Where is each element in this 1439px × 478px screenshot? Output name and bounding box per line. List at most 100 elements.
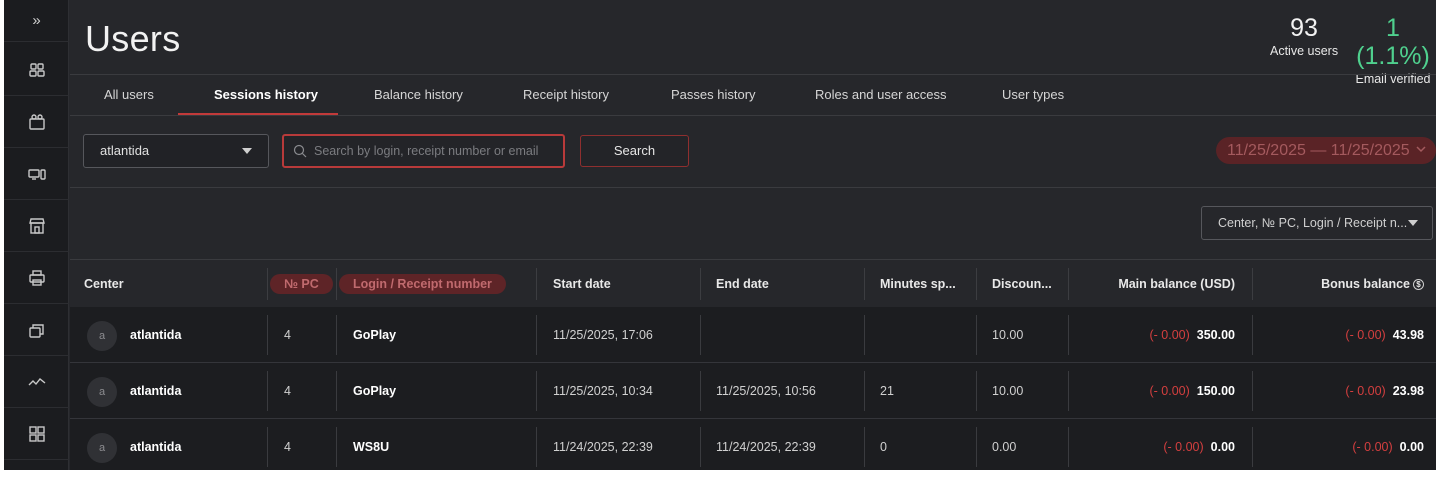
- cell-main-balance: (- 0.00) 0.00: [1070, 419, 1235, 470]
- table-row[interactable]: a atlantida 4 GoPlay 11/25/2025, 17:06 1…: [70, 307, 1436, 363]
- column-header-minutes[interactable]: Minutes sp...: [880, 260, 956, 308]
- cell-start-date: 11/25/2025, 17:06: [553, 328, 653, 342]
- column-divider: [536, 268, 537, 300]
- page-title: Users: [85, 18, 181, 59]
- sidebar-item-store[interactable]: [4, 201, 69, 252]
- table-row[interactable]: a atlantida 4 WS8U 11/24/2025, 22:39 11/…: [70, 419, 1436, 470]
- row-divider: [267, 315, 268, 355]
- row-divider: [1068, 371, 1069, 411]
- cell-login[interactable]: WS8U: [353, 419, 389, 470]
- user-card-icon: [28, 114, 45, 130]
- row-divider: [700, 315, 701, 355]
- analytics-icon: [28, 378, 45, 386]
- row-divider: [336, 371, 337, 411]
- main-balance-delta: (- 0.00): [1163, 440, 1204, 454]
- main-balance-delta: (- 0.00): [1149, 328, 1190, 342]
- row-divider: [1252, 315, 1253, 355]
- bonus-balance-delta: (- 0.00): [1345, 384, 1386, 398]
- tab-balance-history[interactable]: Balance history: [374, 75, 463, 115]
- column-header-end-date[interactable]: End date: [716, 260, 769, 308]
- row-divider: [864, 371, 865, 411]
- main-content: Users 93 Active users 1 (1.1%) Email ver…: [70, 0, 1436, 470]
- email-verified-count: 1 (1.1%): [1356, 14, 1430, 70]
- column-header-bonus-balance-label: Bonus balance: [1321, 277, 1410, 291]
- cell-pc: 4: [284, 328, 291, 342]
- cell-minutes: 0: [880, 440, 887, 454]
- column-header-start-date[interactable]: Start date: [553, 260, 611, 308]
- search-input[interactable]: [314, 136, 554, 166]
- row-divider: [536, 427, 537, 467]
- columns-select[interactable]: Center, № PC, Login / Receipt n...: [1201, 206, 1433, 240]
- users-group-icon: [28, 63, 45, 77]
- row-divider: [536, 371, 537, 411]
- store-icon: [28, 218, 45, 234]
- row-divider: [336, 315, 337, 355]
- cell-pc: 4: [284, 440, 291, 454]
- date-range-picker[interactable]: 11/25/2025 — 11/25/2025: [1216, 137, 1436, 164]
- cell-end-date: 11/25/2025, 10:56: [716, 384, 816, 398]
- table-row[interactable]: a atlantida 4 GoPlay 11/25/2025, 10:34 1…: [70, 363, 1436, 419]
- column-divider: [336, 268, 337, 300]
- dollar-coin-icon: $: [1413, 279, 1424, 290]
- sidebar-item-computers[interactable]: [4, 149, 69, 200]
- cell-center: atlantida: [130, 384, 182, 398]
- cell-discount: 0.00: [992, 440, 1017, 454]
- search-field[interactable]: [282, 134, 565, 168]
- filter-bar: atlantida Search 11/25/2025 — 11/25/2025: [70, 116, 1436, 188]
- bonus-balance-delta: (- 0.00): [1345, 328, 1386, 342]
- cell-discount: 10.00: [992, 384, 1024, 398]
- cell-discount: 10.00: [992, 328, 1024, 342]
- sidebar-item-users-group[interactable]: [4, 45, 69, 96]
- main-balance-value: 0.00: [1210, 440, 1235, 454]
- cell-bonus-balance: (- 0.00) 0.00: [1256, 419, 1424, 470]
- sidebar-item-stack[interactable]: [4, 305, 69, 356]
- row-divider: [1252, 427, 1253, 467]
- cell-main-balance: (- 0.00) 350.00: [1070, 307, 1235, 363]
- cell-login[interactable]: GoPlay: [353, 363, 396, 419]
- tab-sessions-history[interactable]: Sessions history: [214, 75, 318, 115]
- search-button[interactable]: Search: [580, 135, 689, 167]
- column-divider: [700, 268, 701, 300]
- row-divider: [267, 371, 268, 411]
- column-header-center[interactable]: Center: [84, 260, 124, 308]
- main-balance-value: 150.00: [1196, 384, 1235, 398]
- date-range-value: 11/25/2025 — 11/25/2025: [1227, 142, 1410, 159]
- row-divider: [1068, 315, 1069, 355]
- row-divider: [700, 427, 701, 467]
- cell-login[interactable]: GoPlay: [353, 307, 396, 363]
- chevron-down-icon: [1416, 146, 1426, 153]
- column-header-main-balance[interactable]: Main balance (USD): [1070, 260, 1235, 308]
- tab-all-users[interactable]: All users: [104, 75, 154, 115]
- tab-user-types[interactable]: User types: [1002, 75, 1064, 115]
- sidebar-item-grid[interactable]: [4, 409, 69, 460]
- cell-center: atlantida: [130, 440, 182, 454]
- grid-icon: [28, 426, 45, 442]
- row-divider: [700, 371, 701, 411]
- computers-icon: [27, 169, 46, 180]
- cell-minutes: 21: [880, 384, 894, 398]
- column-header-discount[interactable]: Discoun...: [992, 260, 1052, 308]
- stack-icon: [28, 324, 44, 338]
- bonus-balance-value: 0.00: [1399, 440, 1424, 454]
- row-divider: [976, 315, 977, 355]
- tab-receipt-history[interactable]: Receipt history: [523, 75, 609, 115]
- tab-roles-and-user-access[interactable]: Roles and user access: [815, 75, 947, 115]
- table-header: Center № PC Login / Receipt number Start…: [70, 259, 1436, 307]
- row-divider: [1068, 427, 1069, 467]
- cell-center: atlantida: [130, 328, 182, 342]
- bonus-balance-delta: (- 0.00): [1352, 440, 1393, 454]
- sidebar-expand-button[interactable]: »: [4, 0, 69, 42]
- sidebar-item-analytics[interactable]: [4, 357, 69, 408]
- column-divider: [1068, 268, 1069, 300]
- column-header-bonus-balance[interactable]: Bonus balance $: [1256, 260, 1424, 308]
- avatar: a: [87, 377, 117, 407]
- center-select[interactable]: atlantida: [83, 134, 269, 168]
- column-header-login[interactable]: Login / Receipt number: [339, 260, 506, 308]
- cell-start-date: 11/25/2025, 10:34: [553, 384, 653, 398]
- row-divider: [336, 427, 337, 467]
- sidebar-item-user-card[interactable]: [4, 97, 69, 148]
- sidebar-item-printer[interactable]: [4, 253, 69, 304]
- tab-passes-history[interactable]: Passes history: [671, 75, 756, 115]
- column-header-pc[interactable]: № PC: [270, 260, 333, 308]
- sidebar: »: [4, 0, 69, 470]
